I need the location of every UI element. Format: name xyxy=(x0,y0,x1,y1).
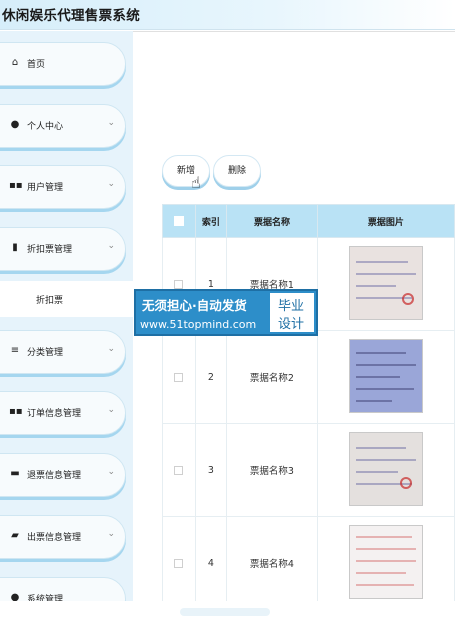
ticket-name-cell: 票据名称4 xyxy=(226,516,318,610)
header-bar: 休闲娱乐代理售票系统 xyxy=(0,0,455,30)
ticket-image-cell xyxy=(316,423,455,517)
pointer-cursor-icon: ☝ xyxy=(191,173,201,192)
chevron-down-icon: ⌄ xyxy=(107,529,115,539)
settings-icon: ● xyxy=(10,592,20,601)
ticket-image-cell xyxy=(316,237,455,331)
row-checkbox[interactable] xyxy=(174,465,184,475)
ticket-image-cell xyxy=(316,516,455,610)
select-all-checkbox[interactable] xyxy=(173,215,184,226)
monitor-icon: ▬ xyxy=(10,468,20,479)
select-all-checkbox-cell[interactable] xyxy=(162,204,196,238)
table-header-row: 索引 票据名称 票据图片 xyxy=(162,204,455,238)
watermark-badge: 毕业 设计 xyxy=(270,293,314,332)
watermark-banner: 无须担心·自动发货 www.51topmind.com 毕业 设计 xyxy=(134,289,318,336)
sidebar-item-label: 系统管理 xyxy=(27,595,64,601)
watermark-badge-line1: 毕业 xyxy=(278,299,305,314)
divider xyxy=(133,31,455,32)
sidebar-item-label: 折扣票管理 xyxy=(27,245,73,255)
sidebar-item-label: 首页 xyxy=(27,60,46,70)
chevron-down-icon: ⌄ xyxy=(107,467,115,477)
row-checkbox[interactable] xyxy=(174,372,184,382)
list-icon: ≡ xyxy=(10,345,20,356)
chart-icon: ▮ xyxy=(12,242,18,253)
row-checkbox-cell[interactable] xyxy=(162,516,196,610)
chevron-down-icon: ⌄ xyxy=(107,118,115,128)
sidebar-item-personal-center[interactable]: ● 个人中心 ⌄ xyxy=(0,104,126,148)
grid-icon: ▪▪ xyxy=(9,180,23,191)
index-cell: 4 xyxy=(194,516,228,610)
sidebar-item-discount-ticket-management[interactable]: ▮ 折扣票管理 ⌄ xyxy=(0,227,126,271)
sidebar-subitem-label: 折扣票 xyxy=(36,296,64,306)
row-checkbox[interactable] xyxy=(174,558,184,568)
bottom-scroll-area xyxy=(0,601,455,626)
user-icon: ● xyxy=(10,119,20,130)
ticket-table: 索引 票据名称 票据图片 1 票据名称1 2 票据名称2 3 票据名称3 4 票… xyxy=(162,204,455,610)
ticket-name-cell: 票据名称2 xyxy=(226,330,318,424)
ticket-image-cell xyxy=(316,330,455,424)
chevron-down-icon: ⌄ xyxy=(107,179,115,189)
sidebar-item-label: 退票信息管理 xyxy=(27,471,82,481)
sidebar-item-system-management[interactable]: ● 系统管理 xyxy=(0,577,126,601)
ticket-image xyxy=(348,338,423,413)
column-header-ticket-name[interactable]: 票据名称 xyxy=(226,204,318,238)
app-title: 休闲娱乐代理售票系统 xyxy=(2,8,140,24)
sidebar-item-label: 个人中心 xyxy=(27,122,64,132)
chevron-down-icon: ⌄ xyxy=(107,405,115,415)
row-checkbox-cell[interactable] xyxy=(162,423,196,517)
sidebar-item-home[interactable]: ⌂ 首页 xyxy=(0,42,126,86)
watermark-badge-line2: 设计 xyxy=(278,317,305,332)
sidebar-subitem-discount-ticket[interactable]: 折扣票 xyxy=(0,281,133,317)
sidebar-item-user-management[interactable]: ▪▪ 用户管理 ⌄ xyxy=(0,165,126,209)
table-row[interactable]: 2 票据名称2 xyxy=(162,330,455,424)
ticket-image xyxy=(348,524,423,599)
grid-icon: ▪▪ xyxy=(9,406,23,417)
sidebar-item-label: 分类管理 xyxy=(27,348,64,358)
sidebar-item-order-management[interactable]: ▪▪ 订单信息管理 ⌄ xyxy=(0,391,126,435)
sidebar-item-category-management[interactable]: ≡ 分类管理 ⌄ xyxy=(0,330,126,374)
row-checkbox-cell[interactable] xyxy=(162,330,196,424)
horizontal-scrollbar[interactable] xyxy=(180,608,270,616)
home-icon: ⌂ xyxy=(11,57,19,68)
delete-button[interactable]: 删除 xyxy=(213,155,261,187)
chevron-down-icon: ⌄ xyxy=(107,241,115,251)
sidebar: ⌂ 首页 ● 个人中心 ⌄ ▪▪ 用户管理 ⌄ ▮ 折扣票管理 ⌄ 折扣票 ≡ … xyxy=(0,31,133,601)
sidebar-item-label: 订单信息管理 xyxy=(27,409,82,419)
sidebar-item-refund-management[interactable]: ▬ 退票信息管理 ⌄ xyxy=(0,453,126,497)
ticket-name-cell: 票据名称3 xyxy=(226,423,318,517)
ticket-image xyxy=(348,245,423,320)
chevron-down-icon: ⌄ xyxy=(107,344,115,354)
sidebar-item-issue-ticket-management[interactable]: ▰ 出票信息管理 ⌄ xyxy=(0,515,126,559)
watermark-slogan: 无须担心·自动发货 xyxy=(142,298,247,313)
printer-icon: ▰ xyxy=(11,530,19,541)
watermark-url: www.51topmind.com xyxy=(140,318,257,331)
table-row[interactable]: 4 票据名称4 xyxy=(162,516,455,610)
row-checkbox[interactable] xyxy=(174,279,184,289)
index-cell: 3 xyxy=(194,423,228,517)
column-header-index[interactable]: 索引 xyxy=(194,204,228,238)
sidebar-item-label: 出票信息管理 xyxy=(27,533,82,543)
ticket-image xyxy=(348,431,423,506)
column-header-ticket-image[interactable]: 票据图片 xyxy=(316,204,455,238)
index-cell: 2 xyxy=(194,330,228,424)
sidebar-item-label: 用户管理 xyxy=(27,183,64,193)
add-button[interactable]: 新增 xyxy=(162,155,210,187)
table-row[interactable]: 3 票据名称3 xyxy=(162,423,455,517)
